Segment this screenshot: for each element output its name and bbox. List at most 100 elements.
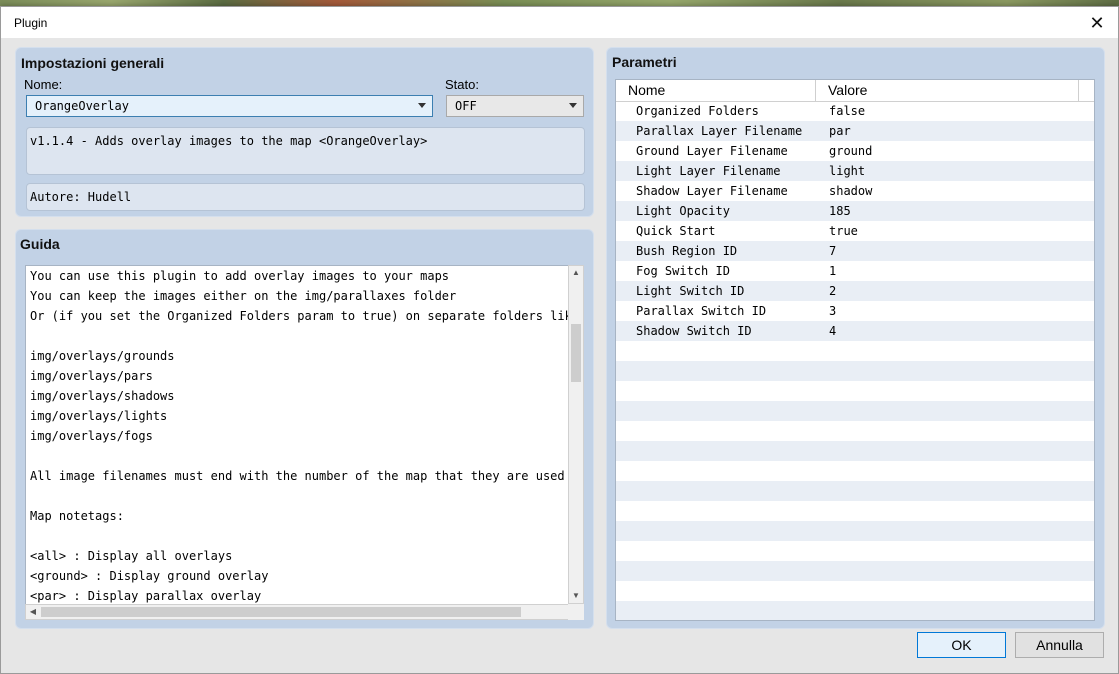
empty-row: [616, 541, 1094, 561]
guide-line: [26, 526, 583, 546]
param-name: Light Layer Filename: [636, 164, 781, 178]
title-bar: Plugin ✕: [1, 7, 1118, 38]
guide-line: [26, 486, 583, 506]
general-settings-heading: Impostazioni generali: [21, 55, 165, 71]
empty-row: [616, 461, 1094, 481]
param-value: shadow: [829, 184, 873, 198]
param-value: par: [829, 124, 851, 138]
table-row[interactable]: Shadow Layer Filename shadow: [616, 181, 1094, 201]
param-name: Ground Layer Filename: [636, 144, 788, 158]
guide-line: [26, 446, 583, 466]
table-row[interactable]: Light Layer Filename light: [616, 161, 1094, 181]
description-text: v1.1.4 - Adds overlay images to the map …: [30, 134, 428, 148]
column-header-value[interactable]: Valore: [816, 80, 1079, 101]
scroll-corner: [568, 604, 584, 620]
scroll-thumb[interactable]: [41, 607, 521, 617]
scroll-left-icon[interactable]: ◀: [26, 605, 40, 619]
author-text: Autore: Hudell: [30, 190, 132, 204]
table-row[interactable]: Organized Folders false: [616, 101, 1094, 121]
guide-line: Map notetags:: [30, 509, 124, 523]
scroll-up-icon[interactable]: ▲: [569, 266, 583, 280]
guide-line: <ground> : Display ground overlay: [30, 569, 269, 583]
general-settings-panel: Impostazioni generali Nome: OrangeOverla…: [15, 47, 594, 217]
scroll-down-icon[interactable]: ▼: [569, 589, 583, 603]
guide-line: img/overlays/shadows: [30, 389, 175, 403]
guide-line: You can keep the images either on the im…: [30, 289, 457, 303]
empty-row: [616, 341, 1094, 361]
table-row[interactable]: Parallax Switch ID 3: [616, 301, 1094, 321]
description-box[interactable]: v1.1.4 - Adds overlay images to the map …: [26, 127, 585, 175]
parameters-heading: Parametri: [612, 54, 677, 70]
guide-line: img/overlays/fogs: [30, 429, 153, 443]
param-name: Shadow Switch ID: [636, 324, 752, 338]
empty-row: [616, 441, 1094, 461]
table-row[interactable]: Fog Switch ID 1: [616, 261, 1094, 281]
status-dropdown-value: OFF: [455, 99, 477, 113]
name-label: Nome:: [24, 77, 63, 92]
table-row[interactable]: Quick Start true: [616, 221, 1094, 241]
empty-row: [616, 421, 1094, 441]
table-row[interactable]: Light Switch ID 2: [616, 281, 1094, 301]
guide-line: img/overlays/pars: [30, 369, 153, 383]
guide-line: [26, 326, 583, 346]
empty-row: [616, 361, 1094, 381]
param-name: Fog Switch ID: [636, 264, 730, 278]
table-row[interactable]: Bush Region ID 7: [616, 241, 1094, 261]
guide-text-area[interactable]: You can use this plugin to add overlay i…: [25, 265, 584, 606]
empty-row: [616, 381, 1094, 401]
table-row[interactable]: Light Opacity 185: [616, 201, 1094, 221]
guide-horizontal-scrollbar[interactable]: ◀ ▶: [25, 604, 582, 620]
param-value: 4: [829, 324, 837, 338]
close-icon[interactable]: ✕: [1084, 11, 1110, 35]
param-name: Parallax Layer Filename: [636, 124, 803, 138]
param-value: 3: [829, 304, 837, 318]
guide-lines: You can use this plugin to add overlay i…: [26, 266, 584, 605]
author-box[interactable]: Autore: Hudell: [26, 183, 585, 211]
parameters-table: Nome Valore Organized Folders false Parall…: [615, 79, 1095, 621]
param-value: light: [829, 164, 866, 178]
param-name: Quick Start: [636, 224, 716, 238]
param-name: Shadow Layer Filename: [636, 184, 788, 198]
param-value: 185: [829, 204, 851, 218]
ok-button[interactable]: OK: [917, 632, 1006, 658]
param-value: ground: [829, 144, 873, 158]
guide-line: <par> : Display parallax overlay: [30, 589, 262, 603]
cancel-button[interactable]: Annulla: [1015, 632, 1104, 658]
column-header-name[interactable]: Nome: [616, 80, 816, 101]
param-value: 2: [829, 284, 837, 298]
param-value: 1: [829, 264, 837, 278]
empty-row: [616, 481, 1094, 501]
guide-line: <all> : Display all overlays: [30, 549, 233, 563]
status-label: Stato:: [445, 77, 479, 92]
param-name: Organized Folders: [636, 104, 759, 118]
chevron-down-icon: [418, 103, 426, 108]
empty-row: [616, 401, 1094, 421]
guide-line: img/overlays/grounds: [30, 349, 175, 363]
guide-vertical-scrollbar[interactable]: ▲ ▼: [568, 265, 584, 604]
guide-line: img/overlays/lights: [30, 409, 168, 423]
table-row[interactable]: Shadow Switch ID 4: [616, 321, 1094, 341]
param-value: true: [829, 224, 858, 238]
guide-line: All image filenames must end with the nu…: [30, 469, 584, 483]
param-name: Bush Region ID: [636, 244, 738, 258]
table-header: Nome Valore: [616, 80, 1094, 102]
table-row[interactable]: Ground Layer Filename ground: [616, 141, 1094, 161]
guide-heading: Guida: [20, 236, 60, 252]
name-dropdown[interactable]: OrangeOverlay: [26, 95, 433, 117]
plugin-dialog: Plugin ✕ Impostazioni generali Nome: Ora…: [0, 6, 1119, 674]
param-value: false: [829, 104, 866, 118]
chevron-down-icon: [569, 103, 577, 108]
empty-row: [616, 521, 1094, 541]
window-title: Plugin: [14, 16, 48, 30]
scroll-thumb[interactable]: [571, 324, 581, 382]
guide-line: Or (if you set the Organized Folders par…: [30, 309, 584, 323]
empty-row: [616, 581, 1094, 601]
table-row[interactable]: Parallax Layer Filename par: [616, 121, 1094, 141]
empty-row: [616, 501, 1094, 521]
empty-row: [616, 601, 1094, 620]
status-dropdown[interactable]: OFF: [446, 95, 584, 117]
param-name: Light Opacity: [636, 204, 730, 218]
param-name: Parallax Switch ID: [636, 304, 767, 318]
param-name: Light Switch ID: [636, 284, 745, 298]
param-value: 7: [829, 244, 837, 258]
